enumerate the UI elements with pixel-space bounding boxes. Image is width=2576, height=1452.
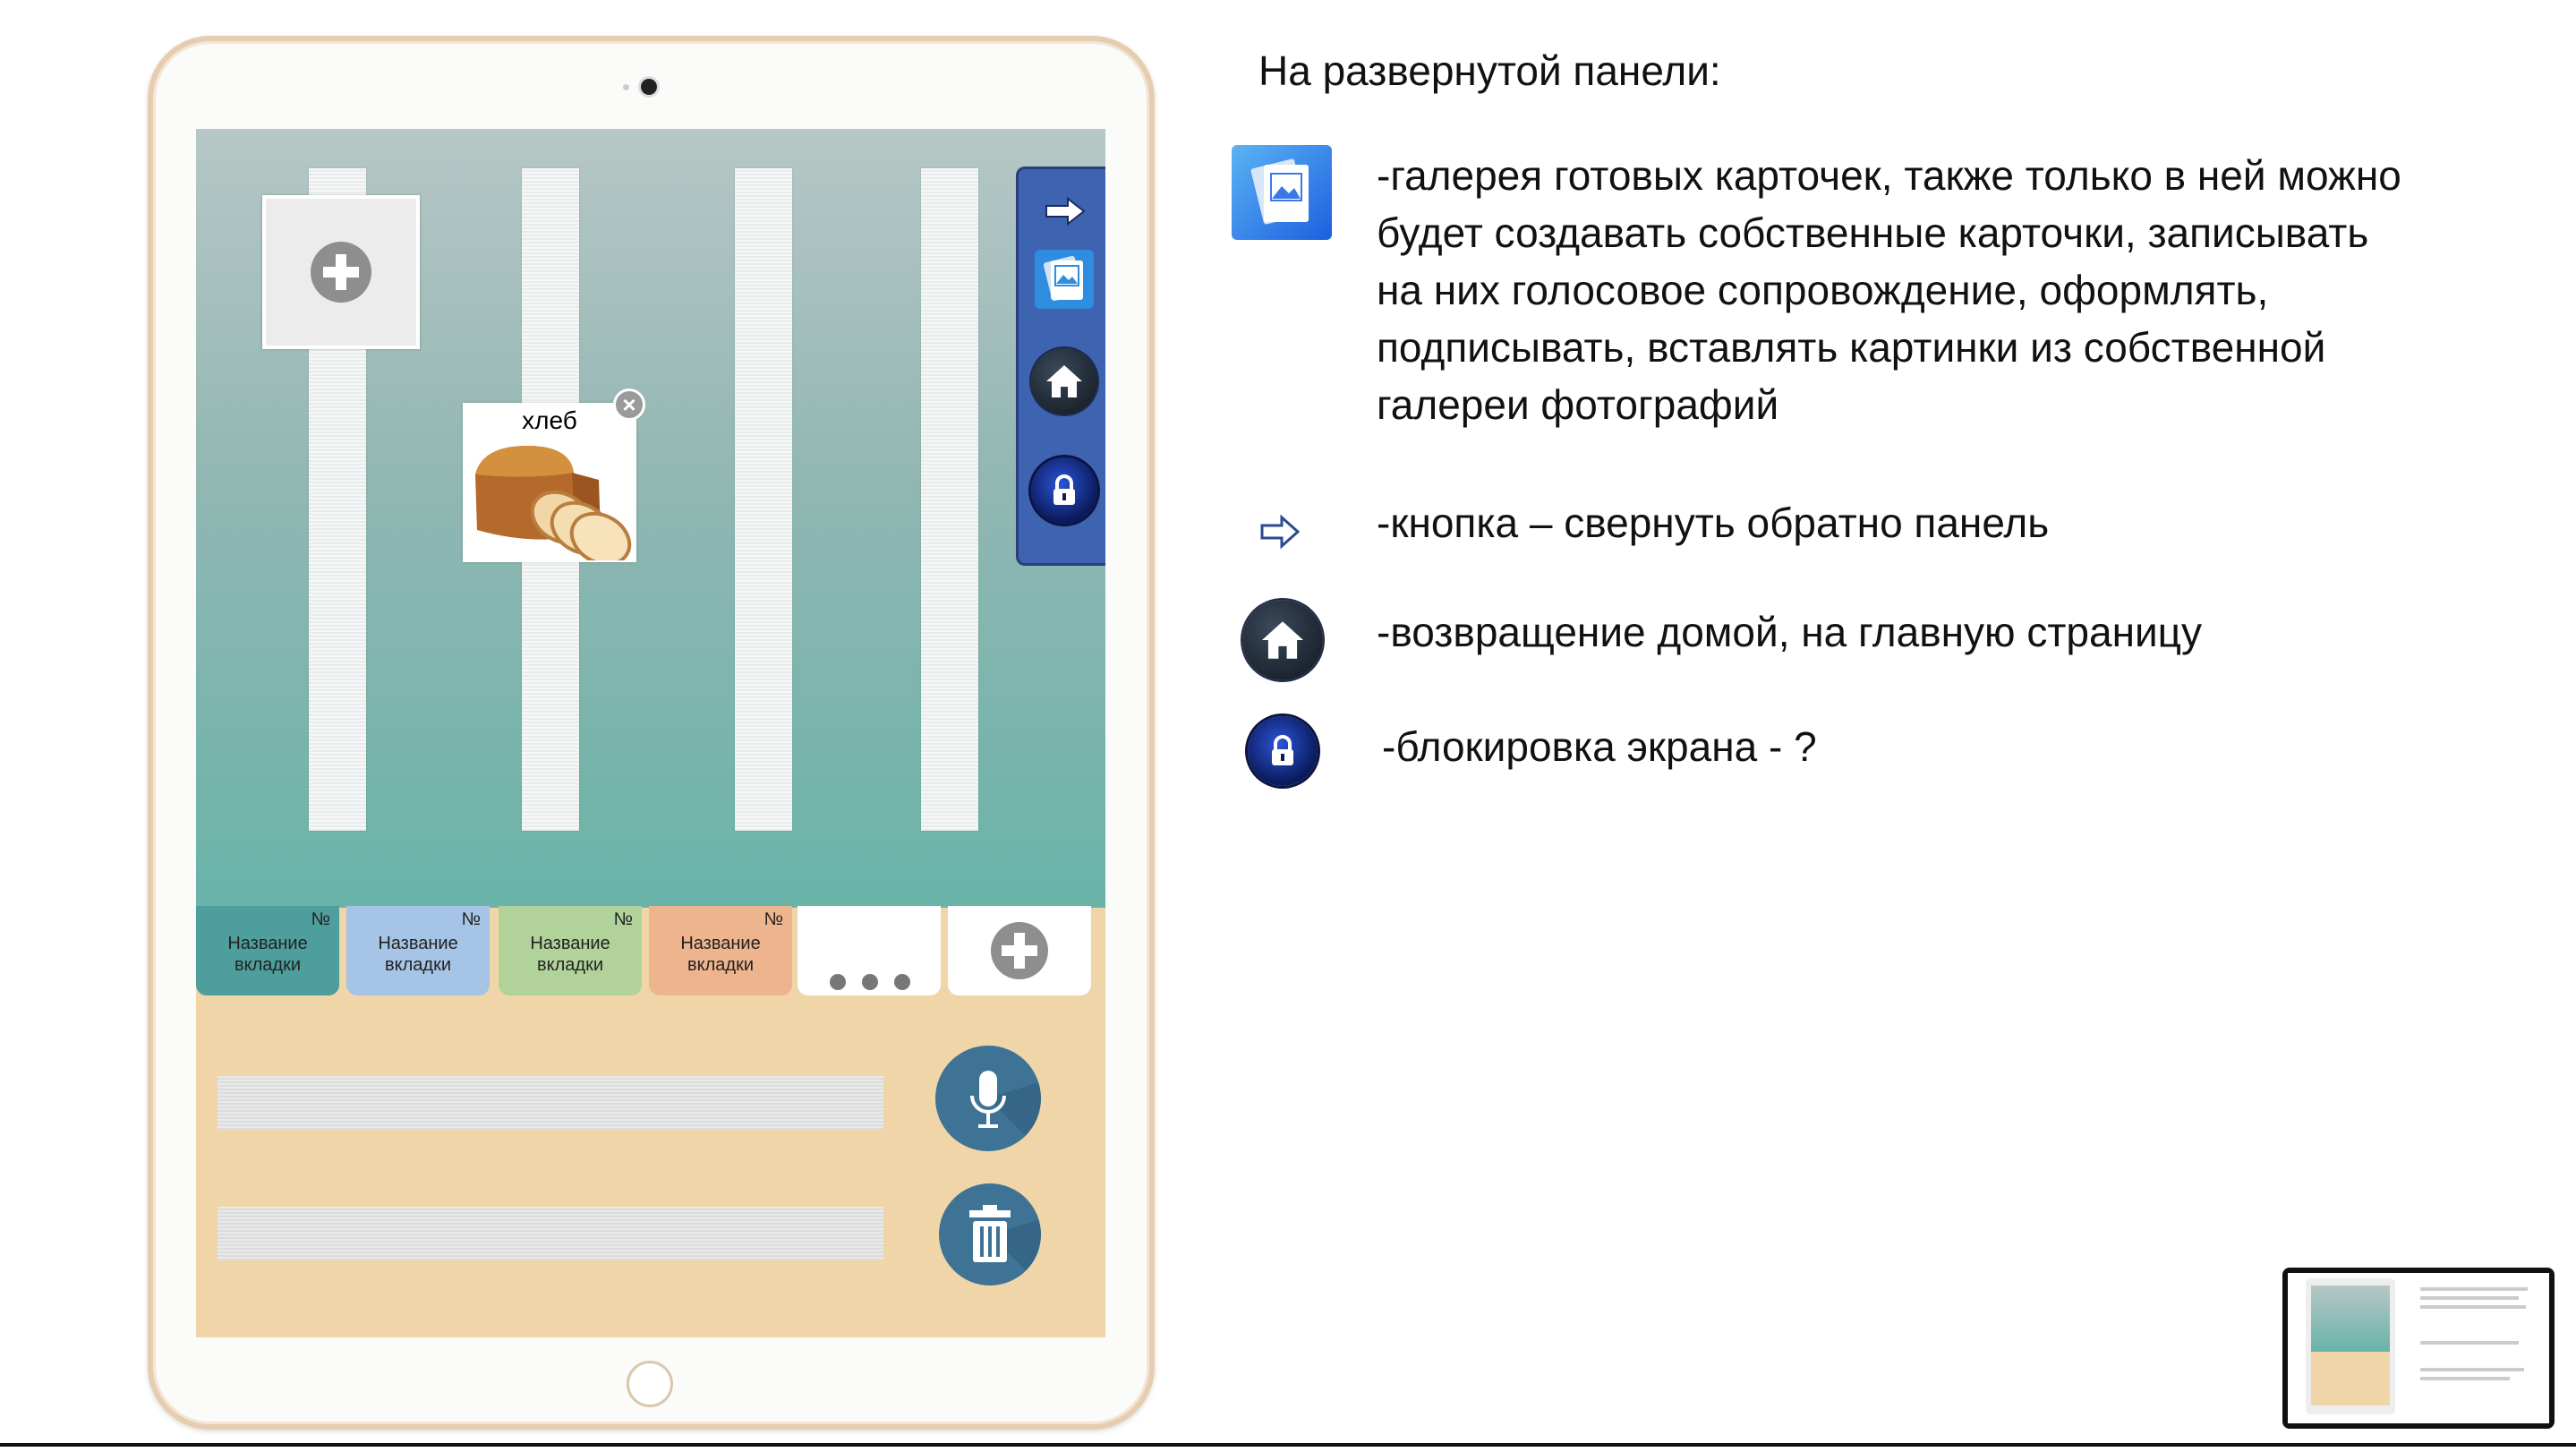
microphone-icon [970, 1071, 1041, 1151]
card-strip[interactable] [921, 168, 978, 831]
delete-button[interactable] [939, 1183, 1041, 1285]
add-tab-button[interactable] [948, 906, 1091, 995]
card-strip[interactable] [735, 168, 792, 831]
tab-number: № [763, 910, 783, 929]
bread-image [475, 446, 632, 560]
tab-label: Название вкладки [227, 934, 308, 975]
lock-icon[interactable] [1031, 457, 1097, 524]
more-dots-icon [830, 974, 910, 990]
legend-lock-text: -блокировка экрана - ? [1382, 723, 1817, 770]
camera [641, 79, 657, 95]
close-icon[interactable]: × [613, 389, 645, 421]
gallery-icon [1232, 143, 1332, 243]
side-panel [1016, 167, 1105, 566]
page-heading: На развернутой панели: [1258, 47, 1721, 94]
legend-home-text: -возвращение домой, на главную страницу [1377, 609, 2203, 655]
tab-3[interactable]: № Название вкладки [499, 906, 642, 995]
card-bread[interactable]: хлеб [463, 403, 636, 562]
tab-number: № [461, 910, 481, 929]
legend-collapse-text: -кнопка – свернуть обратно панель [1377, 500, 2050, 546]
tab-number: № [613, 910, 633, 929]
card-board: хлеб × [196, 129, 1105, 908]
microphone-button[interactable] [935, 1046, 1041, 1151]
tab-label: Название вкладки [378, 934, 458, 975]
arrow-right-icon [1258, 514, 1301, 550]
tab-4[interactable]: № Название вкладки [649, 906, 792, 995]
phrase-bar[interactable] [218, 1207, 883, 1260]
slide-thumbnail[interactable] [2282, 1268, 2555, 1429]
tablet-home-button[interactable] [627, 1361, 673, 1407]
gallery-icon[interactable] [1031, 246, 1097, 312]
add-card-button[interactable] [262, 195, 420, 349]
tab-label: Название вкладки [680, 934, 761, 975]
home-icon[interactable] [1031, 348, 1097, 414]
plus-icon [991, 922, 1048, 979]
divider-line [0, 1443, 2576, 1447]
plus-icon [311, 242, 371, 303]
lock-icon [1248, 716, 1318, 786]
tab-2[interactable]: № Название вкладки [346, 906, 490, 995]
thumbnail-content [2288, 1273, 2549, 1423]
arrow-right-icon[interactable] [1031, 178, 1097, 244]
legend-gallery-text: -галерея готовых карточек, также только … [1377, 152, 2401, 428]
phrase-bar[interactable] [218, 1076, 883, 1130]
more-tabs-button[interactable] [798, 906, 941, 995]
trash-icon [969, 1205, 1041, 1285]
sensor-dot [623, 84, 629, 90]
app-screen: хлеб × № Название вкладки № Название вкл… [196, 129, 1105, 1337]
home-icon [1242, 600, 1323, 680]
tab-label: Название вкладки [530, 934, 610, 975]
tab-1[interactable]: № Название вкладки [196, 906, 339, 995]
tab-number: № [311, 910, 330, 929]
